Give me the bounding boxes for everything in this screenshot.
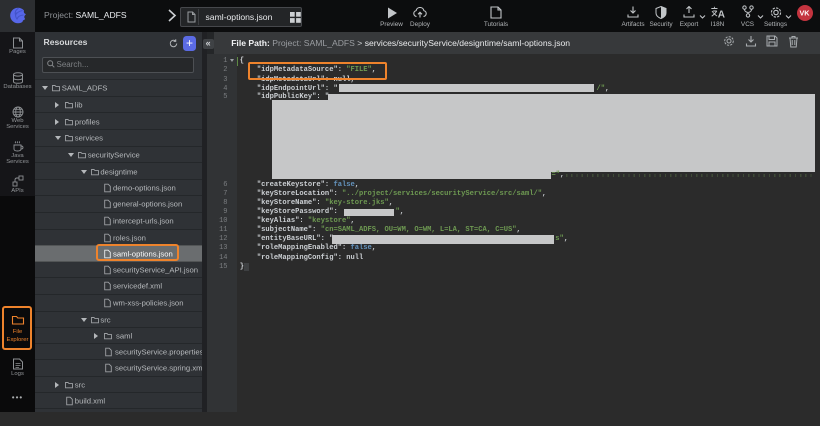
svg-text:A: A [718,9,725,19]
